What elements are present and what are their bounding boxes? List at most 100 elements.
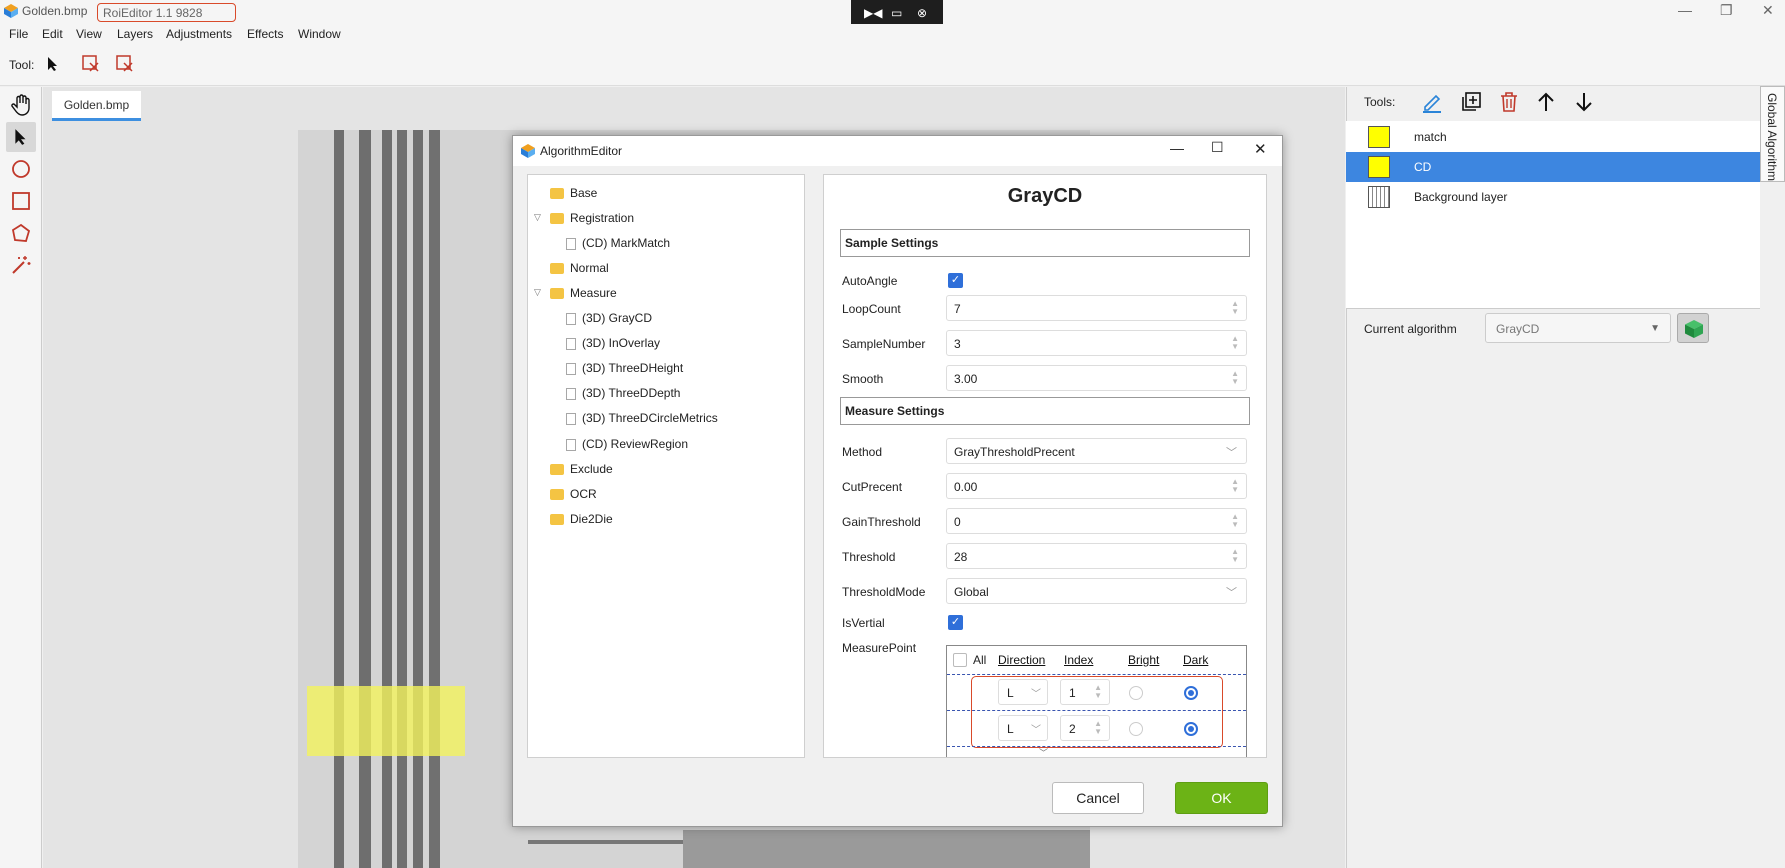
sample-number-input[interactable]: 3 ▲ ▼ bbox=[946, 330, 1247, 356]
tree-item-die2die[interactable]: Die2Die bbox=[550, 512, 613, 526]
column-index[interactable]: Index bbox=[1064, 653, 1093, 667]
chevron-expanded-icon[interactable]: ▽ bbox=[534, 212, 541, 223]
column-bright[interactable]: Bright bbox=[1128, 653, 1159, 667]
add-layer-icon[interactable] bbox=[1460, 91, 1482, 116]
layer-row-match[interactable]: match bbox=[1346, 122, 1760, 152]
select-all-checkbox[interactable] bbox=[953, 653, 967, 667]
menu-adjustments[interactable]: Adjustments bbox=[166, 27, 232, 41]
loop-count-input[interactable]: 7 ▲ ▼ bbox=[946, 295, 1247, 321]
gain-threshold-input[interactable]: 0 ▲ ▼ bbox=[946, 508, 1247, 534]
tree-item-normal[interactable]: Normal bbox=[550, 261, 609, 275]
tree-item-cd-markmatch[interactable]: (CD) MarkMatch bbox=[566, 236, 670, 250]
dialog-close-button[interactable]: ✕ bbox=[1254, 140, 1267, 158]
global-algorithm-tab[interactable]: Global Algorithm bbox=[1760, 86, 1785, 182]
spinner-icon[interactable]: ▲ ▼ bbox=[1231, 478, 1239, 494]
cancel-button[interactable]: Cancel bbox=[1052, 782, 1144, 814]
ok-button[interactable]: OK bbox=[1175, 782, 1268, 814]
menu-edit[interactable]: Edit bbox=[42, 27, 63, 41]
delete-roi-icon[interactable] bbox=[82, 55, 100, 76]
tree-item-reviewregion[interactable]: (CD) ReviewRegion bbox=[566, 437, 688, 451]
tree-item-ocr[interactable]: OCR bbox=[550, 487, 597, 501]
spinner-icon[interactable]: ▲ ▼ bbox=[1231, 300, 1239, 316]
is-vertial-checkbox[interactable]: ✓ bbox=[948, 615, 963, 630]
delete-all-roi-icon[interactable] bbox=[116, 55, 134, 76]
close-remote-icon[interactable]: ⊗ bbox=[917, 6, 927, 20]
spinner-icon[interactable]: ▲ ▼ bbox=[1231, 370, 1239, 386]
layer-name: match bbox=[1414, 130, 1447, 144]
menu-file[interactable]: File bbox=[9, 27, 28, 41]
spinner-icon[interactable]: ▲ ▼ bbox=[1231, 548, 1239, 564]
tool-label: Tool: bbox=[9, 58, 35, 72]
polygon-tool-icon[interactable] bbox=[6, 218, 36, 248]
scroll-down-icon[interactable]: ﹀ bbox=[1039, 746, 1048, 757]
move-up-icon[interactable] bbox=[1535, 91, 1557, 116]
chevron-expanded-icon[interactable]: ▽ bbox=[534, 287, 541, 298]
minimize-window-icon[interactable]: ▭ bbox=[891, 6, 902, 20]
tree-item-threedcirclemetrics[interactable]: (3D) ThreeDCircleMetrics bbox=[566, 411, 718, 425]
layer-row-background[interactable]: Background layer bbox=[1346, 182, 1760, 212]
tree-item-label: (3D) GrayCD bbox=[582, 311, 653, 325]
magic-wand-icon[interactable] bbox=[6, 250, 36, 280]
column-dark[interactable]: Dark bbox=[1183, 653, 1208, 667]
spinner-icon[interactable]: ▲ ▼ bbox=[1231, 335, 1239, 351]
loop-count-label: LoopCount bbox=[842, 302, 901, 316]
layer-row-cd[interactable]: CD bbox=[1346, 152, 1760, 182]
restore-button[interactable]: ❐ bbox=[1720, 2, 1733, 19]
menu-layers[interactable]: Layers bbox=[117, 27, 153, 41]
delete-layer-icon[interactable] bbox=[1498, 91, 1520, 116]
select-tool-icon[interactable] bbox=[6, 122, 36, 152]
open-algorithm-editor-button[interactable] bbox=[1677, 313, 1709, 343]
pointer-tool-icon[interactable] bbox=[46, 56, 60, 75]
smooth-value: 3.00 bbox=[954, 372, 978, 386]
threshold-mode-value: Global bbox=[954, 585, 989, 599]
hand-tool-icon[interactable] bbox=[6, 90, 36, 120]
tree-item-base[interactable]: Base bbox=[550, 186, 597, 200]
highlight-box bbox=[971, 676, 1223, 748]
current-algorithm-select[interactable]: GrayCD ▼ bbox=[1485, 313, 1671, 343]
window-title-doc: Golden.bmp bbox=[22, 4, 88, 18]
sample-settings-header: Sample Settings bbox=[840, 229, 1250, 257]
menu-bar: File Edit View Layers Adjustments Effect… bbox=[0, 24, 1785, 46]
cut-precent-input[interactable]: 0.00 ▲ ▼ bbox=[946, 473, 1247, 499]
app-logo-icon bbox=[521, 144, 535, 158]
file-icon bbox=[566, 438, 576, 451]
tree-item-label: (3D) ThreeDHeight bbox=[582, 361, 684, 375]
folder-icon bbox=[550, 514, 564, 526]
file-icon bbox=[566, 387, 576, 400]
threshold-input[interactable]: 28 ▲ ▼ bbox=[946, 543, 1247, 569]
doc-tab[interactable]: Golden.bmp bbox=[52, 91, 141, 121]
folder-icon bbox=[550, 213, 564, 225]
layers-list: match CD Background layer bbox=[1346, 121, 1760, 309]
tree-item-exclude[interactable]: Exclude bbox=[550, 462, 613, 476]
tree-item-registration[interactable]: Registration bbox=[550, 211, 634, 225]
measure-point-table: All Direction Index Bright Dark L ﹀ 1 ▲ ▼ L… bbox=[946, 645, 1247, 757]
move-down-icon[interactable] bbox=[1573, 91, 1595, 116]
cube-icon bbox=[1685, 320, 1703, 338]
tree-item-label: Measure bbox=[570, 286, 617, 300]
smooth-input[interactable]: 3.00 ▲ ▼ bbox=[946, 365, 1247, 391]
layer-name: Background layer bbox=[1414, 190, 1508, 204]
threshold-mode-select[interactable]: Global ﹀ bbox=[946, 578, 1247, 604]
tree-item-graycd[interactable]: (3D) GrayCD bbox=[566, 311, 652, 325]
circle-tool-icon[interactable] bbox=[6, 154, 36, 184]
method-select[interactable]: GrayThresholdPrecent ﹀ bbox=[946, 438, 1247, 464]
pin-icon[interactable]: ▶◀ bbox=[864, 6, 882, 20]
chevron-down-icon: ﹀ bbox=[1226, 587, 1237, 599]
rectangle-tool-icon[interactable] bbox=[6, 186, 36, 216]
loop-count-value: 7 bbox=[954, 302, 961, 316]
column-direction[interactable]: Direction bbox=[998, 653, 1045, 667]
tree-item-inoverlay[interactable]: (3D) InOverlay bbox=[566, 336, 660, 350]
menu-window[interactable]: Window bbox=[298, 27, 341, 41]
dialog-maximize-button[interactable]: ☐ bbox=[1211, 139, 1224, 156]
auto-angle-checkbox[interactable]: ✓ bbox=[948, 273, 963, 288]
menu-effects[interactable]: Effects bbox=[247, 27, 283, 41]
edit-pen-icon[interactable] bbox=[1421, 91, 1443, 116]
spinner-icon[interactable]: ▲ ▼ bbox=[1231, 513, 1239, 529]
minimize-button[interactable]: — bbox=[1678, 2, 1692, 18]
menu-view[interactable]: View bbox=[76, 27, 102, 41]
tree-item-threeddepth[interactable]: (3D) ThreeDDepth bbox=[566, 386, 680, 400]
dialog-minimize-button[interactable]: — bbox=[1170, 140, 1184, 156]
close-window-button[interactable]: ✕ bbox=[1762, 2, 1774, 19]
tree-item-threedheight[interactable]: (3D) ThreeDHeight bbox=[566, 361, 683, 375]
tree-item-measure[interactable]: Measure bbox=[550, 286, 617, 300]
